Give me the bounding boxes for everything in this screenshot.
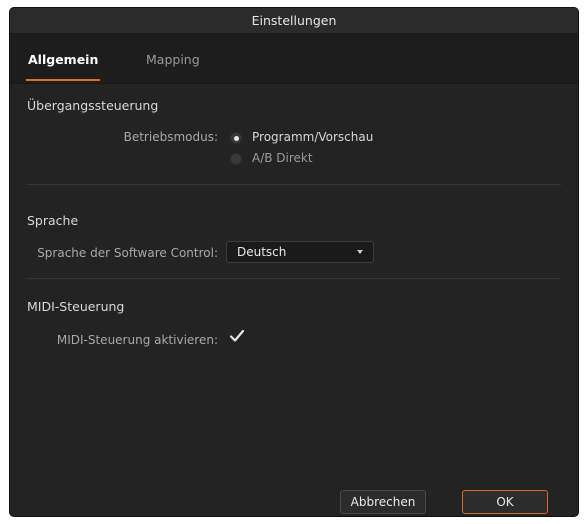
tab-mapping[interactable]: Mapping <box>146 52 200 67</box>
midi-section-title: MIDI-Steuerung <box>27 299 125 314</box>
cancel-button[interactable]: Abbrechen <box>340 490 426 514</box>
checkmark-icon <box>229 329 245 342</box>
radio-ab-direkt[interactable] <box>230 153 242 165</box>
tab-allgemein[interactable]: Allgemein <box>28 52 98 67</box>
language-section-title: Sprache <box>27 213 79 228</box>
midi-field-label: MIDI-Steuerung aktivieren: <box>56 333 218 347</box>
language-select-value: Deutsch <box>237 245 287 259</box>
settings-dialog: Einstellungen Allgemein Mapping Übergang… <box>10 8 578 516</box>
general-settings-panel: Übergangssteuerung Betriebsmodus: Progra… <box>10 85 578 485</box>
radio-programm-vorschau[interactable] <box>230 132 242 144</box>
ok-button[interactable]: OK <box>462 490 548 514</box>
tab-bar: Allgemein Mapping <box>10 34 578 84</box>
radio-ab-direkt-label[interactable]: A/B Direkt <box>252 151 313 165</box>
dialog-title: Einstellungen <box>10 8 578 34</box>
section-divider <box>27 278 561 279</box>
language-field-label: Sprache der Software Control: <box>37 246 218 260</box>
chevron-down-icon <box>357 250 363 254</box>
section-divider <box>27 184 561 185</box>
midi-enable-checkbox[interactable] <box>228 327 246 345</box>
radio-programm-vorschau-label[interactable]: Programm/Vorschau <box>252 130 373 144</box>
transition-section-title: Übergangssteuerung <box>27 98 159 113</box>
active-tab-indicator <box>26 79 100 81</box>
operating-mode-label: Betriebsmodus: <box>123 130 218 144</box>
language-select[interactable]: Deutsch <box>226 241 374 263</box>
